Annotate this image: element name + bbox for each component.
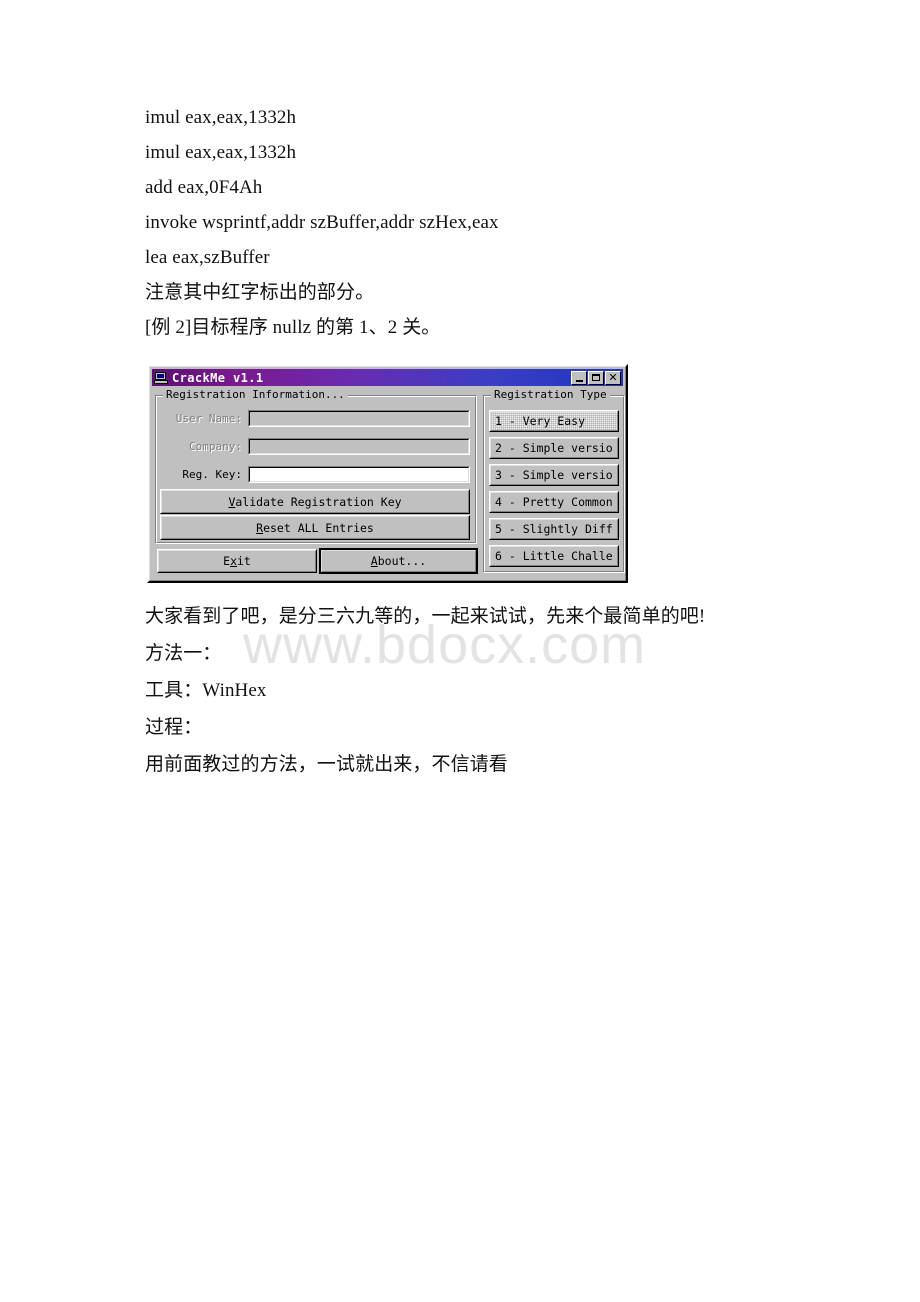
window-title: CrackMe v1.1 xyxy=(172,370,264,385)
registration-type-item-label: 4 - Pretty Common xyxy=(495,495,613,509)
accel-char: A xyxy=(370,554,378,568)
reg-key-label: Reg. Key: xyxy=(182,468,242,481)
title-bar: CrackMe v1.1 ✕ xyxy=(152,369,623,386)
exit-button-label: Exit xyxy=(223,554,251,568)
doc-line: imul eax,eax,1332h xyxy=(145,142,297,163)
doc-line: add eax,0F4Ah xyxy=(145,177,263,198)
reset-all-entries-button[interactable]: Reset ALL Entries xyxy=(160,515,470,540)
registration-type-item-1[interactable]: 1 - Very Easy xyxy=(489,410,619,432)
validate-button-label: Validate Registration Key xyxy=(228,494,402,509)
doc-line: 过程： xyxy=(145,717,203,738)
reg-key-input-value xyxy=(249,467,469,482)
company-label: Company: xyxy=(189,440,242,453)
document-text-block-lower: 大家看到了吧，是分三六九等的，一起来试试，先来个最简单的吧! 方法一： 工具：W… xyxy=(145,598,905,783)
minimize-button[interactable] xyxy=(571,370,587,385)
registration-type-item-label: 3 - Simple versio xyxy=(495,468,613,482)
reg-key-input[interactable] xyxy=(248,466,470,483)
reg-key-row: Reg. Key: xyxy=(160,466,470,483)
document-text-block-upper: imul eax,eax,1332h imul eax,eax,1332h ad… xyxy=(145,100,845,345)
doc-line: invoke wsprintf,addr szBuffer,addr szHex… xyxy=(145,212,499,233)
maximize-button[interactable] xyxy=(588,370,604,385)
company-row: Company: xyxy=(160,438,470,455)
window-controls: ✕ xyxy=(571,370,621,385)
registration-type-item-2[interactable]: 2 - Simple versio xyxy=(489,437,619,459)
registration-type-item-3[interactable]: 3 - Simple versio xyxy=(489,464,619,486)
doc-line: 大家看到了吧，是分三六九等的，一起来试试，先来个最简单的吧! xyxy=(145,606,706,627)
registration-type-group-title: Registration Type xyxy=(491,388,610,401)
user-name-row: User Name: xyxy=(160,410,470,427)
doc-line: [例 2]目标程序 nullz 的第 1、2 关。 xyxy=(145,317,441,338)
doc-line: imul eax,eax,1332h xyxy=(145,107,297,128)
registration-type-item-label: 5 - Slightly Diff xyxy=(495,522,613,536)
company-input-value xyxy=(249,439,469,454)
doc-line: 注意其中红字标出的部分。 xyxy=(145,282,375,303)
registration-information-group: Registration Information... User Name: C… xyxy=(155,388,477,544)
doc-line: 用前面教过的方法，一试就出来，不信请看 xyxy=(145,754,508,775)
registration-type-item-label: 2 - Simple versio xyxy=(495,441,613,455)
user-name-input[interactable] xyxy=(248,410,470,427)
doc-line: 方法一： xyxy=(145,643,222,664)
user-name-input-value xyxy=(249,411,469,426)
registration-type-group: Registration Type 1 - Very Easy 2 - Simp… xyxy=(483,388,625,573)
about-button-label: About... xyxy=(370,554,427,568)
user-name-label: User Name: xyxy=(175,412,242,425)
registration-type-item-6[interactable]: 6 - Little Challe xyxy=(489,545,619,567)
computer-icon xyxy=(154,371,169,385)
dialog-client-area: Registration Information... User Name: C… xyxy=(152,386,625,582)
exit-button[interactable]: Exit xyxy=(157,549,317,573)
validate-registration-key-button[interactable]: Validate Registration Key xyxy=(160,489,470,514)
registration-type-item-label: 1 - Very Easy xyxy=(495,414,586,428)
crackme-dialog-window: CrackMe v1.1 ✕ Registration Information.… xyxy=(147,364,628,583)
company-input[interactable] xyxy=(248,438,470,455)
doc-line: lea eax,szBuffer xyxy=(145,247,270,268)
registration-type-item-5[interactable]: 5 - Slightly Diff xyxy=(489,518,619,540)
registration-information-group-title: Registration Information... xyxy=(163,388,348,401)
registration-type-item-label: 6 - Little Challe xyxy=(495,549,613,563)
close-button[interactable]: ✕ xyxy=(605,370,621,385)
registration-type-item-4[interactable]: 4 - Pretty Common xyxy=(489,491,619,513)
reset-button-label: Reset ALL Entries xyxy=(256,520,374,535)
accel-char: x xyxy=(230,554,237,568)
doc-line: 工具：WinHex xyxy=(145,680,267,701)
about-button[interactable]: About... xyxy=(320,549,477,573)
